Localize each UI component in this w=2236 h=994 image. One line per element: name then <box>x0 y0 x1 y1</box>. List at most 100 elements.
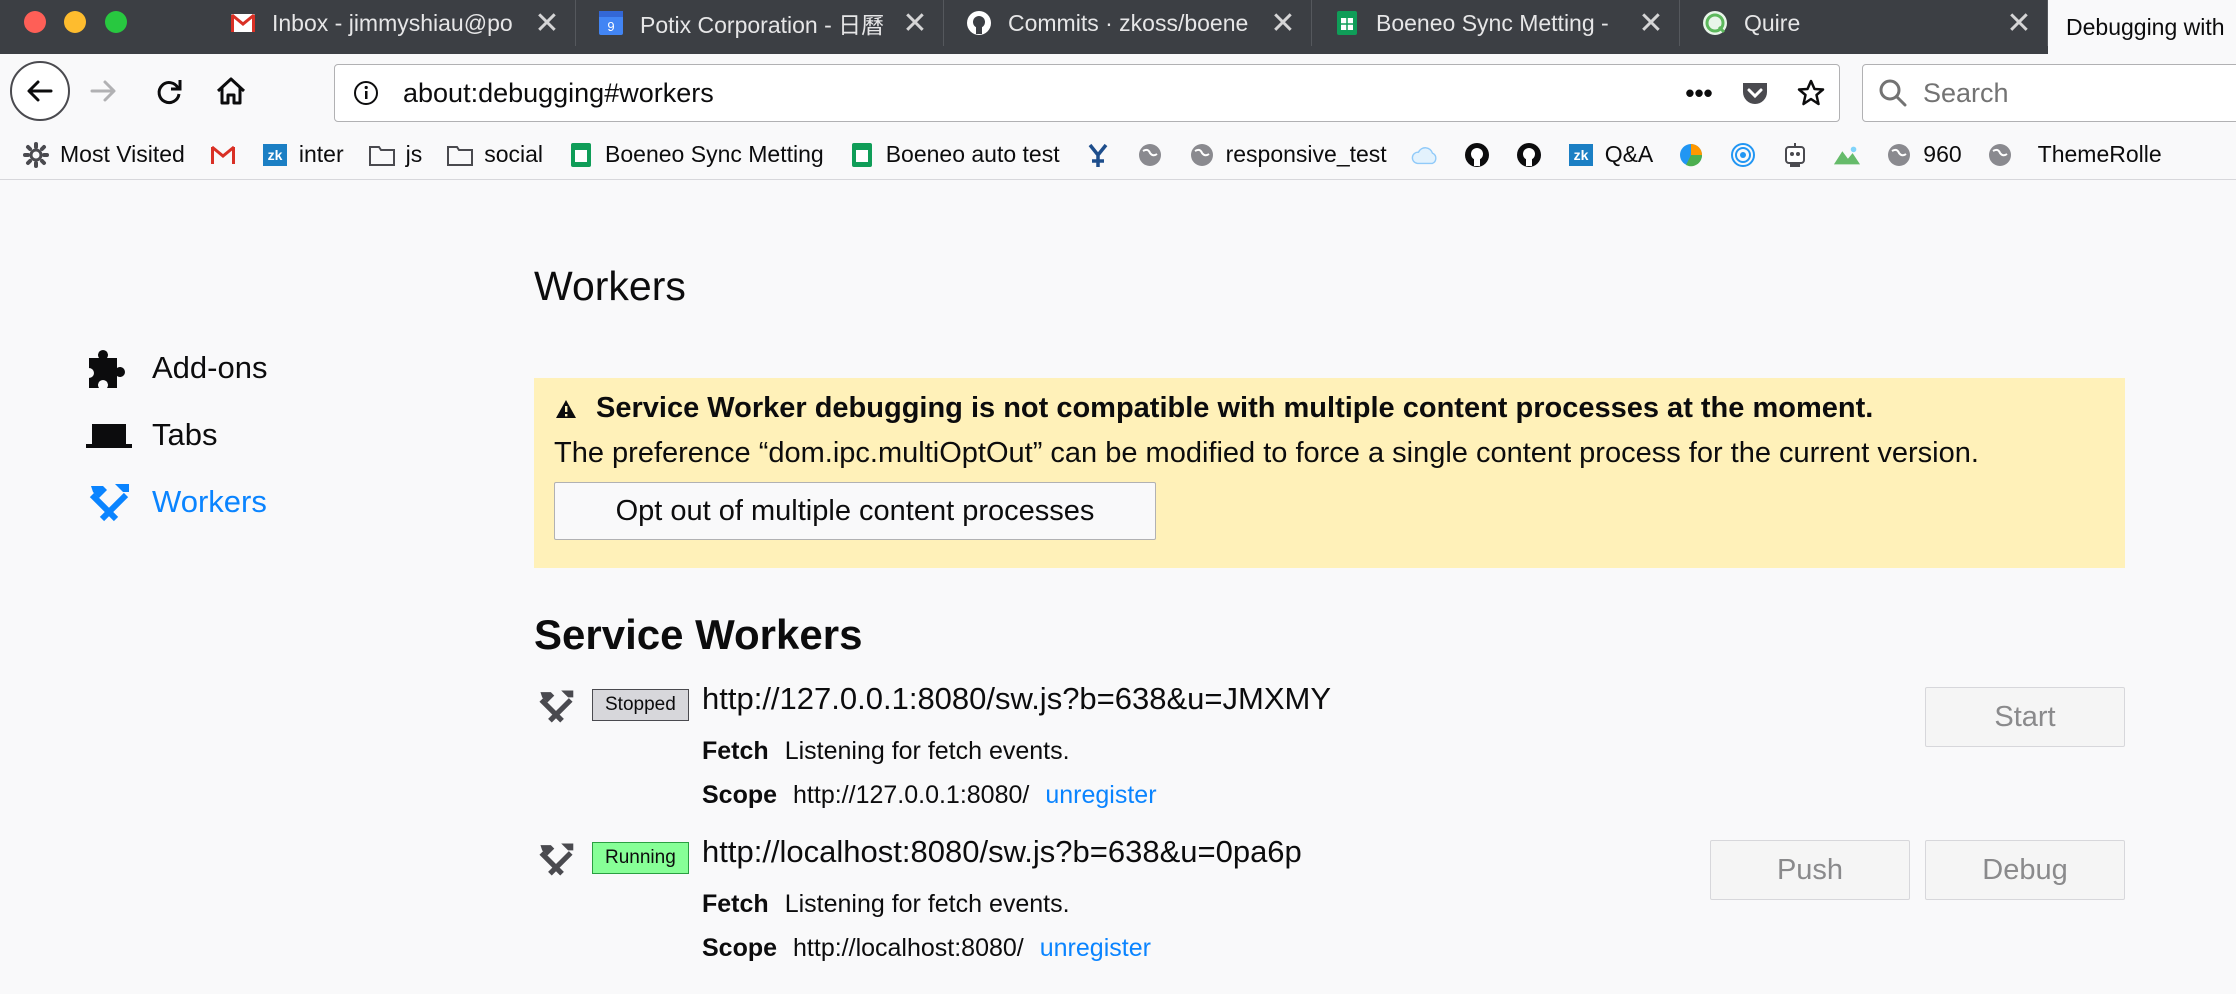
sidebar-item-workers[interactable]: Workers <box>84 477 267 527</box>
github-icon <box>1515 141 1543 169</box>
tab-close-icon[interactable]: ✕ <box>1999 6 2039 41</box>
url-bar[interactable]: about:debugging#workers ••• <box>334 64 1840 122</box>
cloud-icon <box>1411 141 1439 169</box>
reload-icon <box>157 80 182 104</box>
back-button[interactable] <box>10 61 70 121</box>
bookmark-boeneo-sync[interactable]: Boeneo Sync Metting <box>567 141 824 169</box>
bookmark-inter[interactable]: zk inter <box>261 141 344 169</box>
search-bar[interactable]: Search <box>1862 64 2236 122</box>
service-worker-item: Running http://localhost:8080/sw.js?b=63… <box>534 834 2125 974</box>
tab-close-icon[interactable]: ✕ <box>1263 6 1303 41</box>
pocket-icon[interactable] <box>1727 73 1783 113</box>
tab-github-commits[interactable]: Commits · zkoss/boene ✕ <box>944 0 1312 46</box>
folder-icon <box>368 141 396 169</box>
bookmark-pie[interactable] <box>1677 141 1705 169</box>
svg-text:zk: zk <box>1573 147 1588 163</box>
calendar-day: 9 <box>607 19 614 34</box>
multi-e10s-warning: Service Worker debugging is not compatib… <box>534 378 2125 568</box>
tab-sheets[interactable]: Boeneo Sync Metting - ✕ <box>1312 0 1680 46</box>
tab-debugging[interactable]: Debugging with <box>2048 0 2236 54</box>
start-button[interactable]: Start <box>1925 687 2125 747</box>
info-icon[interactable] <box>351 78 381 108</box>
bookmark-qa[interactable]: zk Q&A <box>1567 141 1654 169</box>
zk-icon: zk <box>261 141 289 169</box>
pie-icon <box>1677 141 1705 169</box>
globe-icon <box>1885 141 1913 169</box>
push-button[interactable]: Push <box>1710 840 1910 900</box>
github-icon <box>966 10 992 36</box>
scope-value: http://localhost:8080/ <box>793 934 1024 962</box>
tab-calendar[interactable]: 9 Potix Corporation - 日曆 ✕ <box>576 0 944 46</box>
bookmark-folder-js[interactable]: js <box>368 141 422 169</box>
fetch-label: Fetch <box>702 890 769 918</box>
fetch-value: Listening for fetch events. <box>784 890 1070 918</box>
bookmark-globe[interactable] <box>1136 141 1164 169</box>
bookmark-jira[interactable] <box>1084 141 1112 169</box>
bookmark-robot[interactable] <box>1781 141 1809 169</box>
bookmark-most-visited[interactable]: Most Visited <box>22 141 185 169</box>
sidebar-item-label: Workers <box>152 484 267 519</box>
warning-body: The preference “dom.ipc.multiOptOut” can… <box>554 437 1979 469</box>
sheets-icon <box>1334 10 1360 36</box>
tab-title: Boeneo Sync Metting - <box>1376 9 1609 36</box>
bookmark-globe-2[interactable] <box>1986 141 2014 169</box>
bookmark-cloud[interactable] <box>1411 141 1439 169</box>
bookmark-target[interactable] <box>1729 141 1757 169</box>
unregister-link[interactable]: unregister <box>1045 781 1156 809</box>
back-arrow-icon <box>27 80 53 102</box>
bookmark-boeneo-auto-test[interactable]: Boeneo auto test <box>848 141 1060 169</box>
unregister-link[interactable]: unregister <box>1040 934 1151 962</box>
fetch-row: Fetch Listening for fetch events. <box>702 890 1070 919</box>
gear-icon <box>22 141 50 169</box>
tab-close-icon[interactable]: ✕ <box>1631 6 1671 41</box>
tab-quire[interactable]: Quire ✕ <box>1680 0 2048 46</box>
tab-gmail[interactable]: Inbox - jimmyshiau@po ✕ <box>208 0 576 46</box>
target-icon <box>1729 141 1757 169</box>
reload-button[interactable] <box>142 64 196 118</box>
close-window-button[interactable] <box>24 11 46 33</box>
bookmark-themeroller[interactable]: ThemeRolle <box>2038 141 2162 168</box>
sheets-icon <box>567 141 595 169</box>
debug-button[interactable]: Debug <box>1925 840 2125 900</box>
url-text[interactable]: about:debugging#workers <box>403 78 1671 109</box>
quire-icon <box>1702 10 1728 36</box>
forward-button[interactable] <box>76 64 130 118</box>
scope-label: Scope <box>702 934 778 962</box>
scope-row: Scope http://localhost:8080/unregister <box>702 934 1151 963</box>
bookmark-folder-social[interactable]: social <box>446 141 543 169</box>
gmail-icon <box>230 10 256 36</box>
maximize-window-button[interactable] <box>105 11 127 33</box>
bookmark-github-2[interactable] <box>1515 141 1543 169</box>
tab-close-icon[interactable]: ✕ <box>895 6 935 41</box>
home-button[interactable] <box>204 64 258 118</box>
tab-strip: Inbox - jimmyshiau@po ✕ 9 Potix Corporat… <box>0 0 2236 54</box>
warning-icon <box>554 397 578 421</box>
navigation-toolbar: about:debugging#workers ••• Search <box>0 54 2236 130</box>
sidebar-item-tabs[interactable]: Tabs <box>84 410 217 460</box>
tab-icon <box>84 410 134 460</box>
bookmark-gmail[interactable] <box>209 141 237 169</box>
scope-value: http://127.0.0.1:8080/ <box>793 781 1030 809</box>
bookmark-responsive-test[interactable]: responsive_test <box>1188 141 1387 169</box>
globe-icon <box>1136 141 1164 169</box>
bookmark-star-icon[interactable] <box>1783 73 1839 113</box>
bookmark-960[interactable]: 960 <box>1885 141 1962 169</box>
zk-icon: zk <box>1567 141 1595 169</box>
tab-title: Commits · zkoss/boene <box>1008 9 1249 36</box>
forward-arrow-icon <box>90 80 116 102</box>
bookmark-label: Q&A <box>1604 141 1654 167</box>
svg-text:zk: zk <box>267 147 282 163</box>
worker-url: http://localhost:8080/sw.js?b=638&u=0pa6… <box>702 834 1302 869</box>
sidebar-item-addons[interactable]: Add-ons <box>84 343 267 393</box>
opt-out-button[interactable]: Opt out of multiple content processes <box>554 482 1156 540</box>
tab-close-icon[interactable]: ✕ <box>527 6 567 41</box>
page-actions-button[interactable]: ••• <box>1671 73 1727 113</box>
home-icon <box>216 77 246 105</box>
bookmark-hills[interactable] <box>1833 141 1861 169</box>
warning-heading: Service Worker debugging is not compatib… <box>596 392 1874 424</box>
minimize-window-button[interactable] <box>64 11 86 33</box>
bookmark-label: ThemeRolle <box>2037 141 2162 167</box>
bookmark-github-1[interactable] <box>1463 141 1491 169</box>
scope-label: Scope <box>702 781 778 809</box>
bookmark-label: Boeneo Sync Metting <box>605 141 824 167</box>
